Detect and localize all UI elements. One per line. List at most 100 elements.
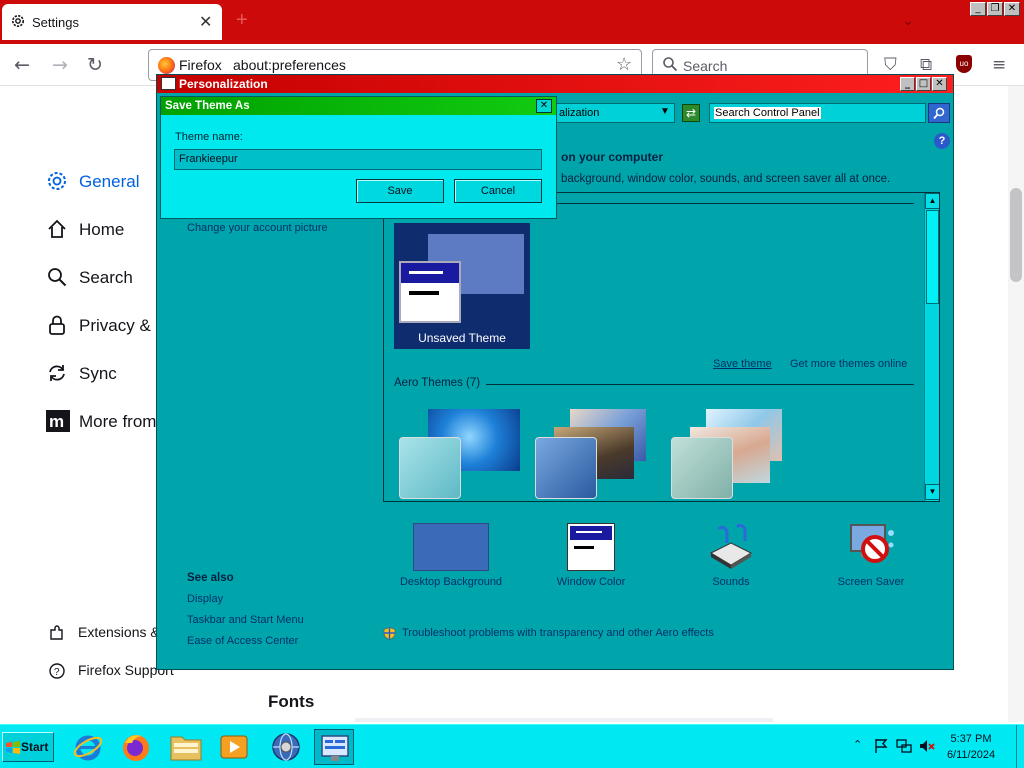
unsaved-theme-tile[interactable]: Unsaved Theme bbox=[394, 223, 530, 349]
sounds-label: Sounds bbox=[712, 576, 750, 588]
aero-theme-architecture[interactable] bbox=[530, 409, 654, 501]
address-bar[interactable]: alization ▼ bbox=[555, 103, 675, 123]
action-center-flag-icon[interactable] bbox=[873, 738, 889, 754]
section-divider bbox=[486, 384, 914, 385]
sidebar-item-label: Search bbox=[79, 268, 133, 287]
uac-shield-icon bbox=[383, 627, 396, 640]
show-desktop-button[interactable] bbox=[1016, 725, 1024, 768]
close-tab-icon[interactable]: ✕ bbox=[199, 12, 212, 32]
lock-icon bbox=[49, 315, 65, 335]
svg-text:m: m bbox=[49, 412, 64, 431]
bookmark-star-icon[interactable]: ☆ bbox=[616, 54, 632, 75]
chevron-down-icon[interactable]: ▼ bbox=[660, 106, 670, 117]
start-button[interactable]: Start bbox=[2, 732, 54, 762]
theme-list-scrollbar[interactable]: ▲ ▼ bbox=[924, 193, 939, 501]
get-more-themes-link[interactable]: Get more themes online bbox=[790, 358, 907, 370]
fonts-section-edge bbox=[355, 718, 773, 722]
gear-icon bbox=[48, 172, 66, 190]
ublock-shield-icon[interactable]: uo bbox=[956, 55, 972, 73]
firefox-logo-icon bbox=[158, 57, 175, 74]
troubleshoot-label: Troubleshoot problems with transparency … bbox=[402, 627, 714, 639]
tab-settings[interactable]: Settings ✕ bbox=[2, 4, 222, 40]
desktop-background-button[interactable]: Desktop Background bbox=[391, 521, 511, 591]
sidebar-footer-label: Extensions & bbox=[78, 624, 160, 640]
file-explorer-taskbar-button[interactable] bbox=[166, 729, 206, 765]
new-tab-button[interactable]: + bbox=[236, 9, 248, 32]
restore-button[interactable]: ❐ bbox=[987, 2, 1003, 16]
sidebar-item-label: Privacy & S bbox=[79, 316, 167, 335]
cancel-button[interactable]: Cancel bbox=[454, 179, 542, 203]
windows-flag-icon bbox=[6, 741, 20, 754]
network-taskbar-button[interactable] bbox=[266, 729, 306, 765]
ease-of-access-link[interactable]: Ease of Access Center bbox=[187, 635, 298, 647]
scroll-up-icon[interactable]: ▲ bbox=[925, 193, 939, 209]
mozilla-icon: m bbox=[46, 410, 70, 432]
maximize-button[interactable]: □ bbox=[916, 77, 931, 91]
sidebar-item-label: More from bbox=[79, 412, 157, 431]
url-text[interactable]: about:preferences bbox=[233, 57, 346, 73]
control-panel-taskbar-button[interactable] bbox=[314, 729, 354, 765]
taskbar-start-menu-link[interactable]: Taskbar and Start Menu bbox=[187, 614, 304, 626]
personalization-title: Personalization bbox=[179, 77, 268, 91]
search-control-panel-input[interactable]: Search Control Panel bbox=[709, 103, 926, 123]
extensions-icon[interactable]: ⧉ bbox=[920, 55, 932, 75]
window-color-button[interactable]: Window Color bbox=[531, 521, 651, 591]
page-scrollbar[interactable] bbox=[1008, 86, 1024, 722]
screen-saver-button[interactable]: Screen Saver bbox=[811, 521, 931, 591]
close-window-button[interactable]: ✕ bbox=[1004, 2, 1020, 16]
reload-button[interactable]: ↻ bbox=[87, 54, 103, 76]
network-icon[interactable] bbox=[896, 738, 912, 754]
firefox-icon bbox=[123, 735, 149, 761]
theme-list: Unsaved Theme Save theme Get more themes… bbox=[383, 192, 940, 502]
help-icon[interactable]: ? bbox=[934, 133, 950, 149]
close-button[interactable]: ✕ bbox=[932, 77, 947, 91]
pocket-icon[interactable]: ⛉ bbox=[884, 55, 897, 75]
search-icon bbox=[48, 268, 67, 287]
search-button[interactable] bbox=[928, 103, 950, 123]
aero-theme-windows[interactable] bbox=[394, 409, 520, 501]
tab-title: Settings bbox=[32, 15, 79, 30]
firefox-taskbar-button[interactable] bbox=[116, 729, 156, 765]
display-link[interactable]: Display bbox=[187, 593, 223, 605]
forward-button[interactable]: → bbox=[52, 54, 68, 76]
show-hidden-icons-button[interactable]: ⌃ bbox=[853, 738, 862, 751]
sounds-icon bbox=[709, 523, 753, 569]
system-clock[interactable]: 5:37 PM 6/11/2024 bbox=[930, 731, 1012, 763]
desktop-background-icon bbox=[413, 523, 489, 571]
minimize-button[interactable]: _ bbox=[970, 2, 986, 16]
internet-explorer-taskbar-button[interactable] bbox=[68, 729, 108, 765]
sounds-button[interactable]: Sounds bbox=[671, 521, 791, 591]
save-button[interactable]: Save bbox=[356, 179, 444, 203]
save-theme-link[interactable]: Save theme bbox=[713, 358, 772, 370]
media-player-taskbar-button[interactable] bbox=[214, 729, 254, 765]
search-icon bbox=[933, 107, 945, 120]
page-description: background, window color, sounds, and sc… bbox=[561, 173, 891, 185]
network-globe-icon bbox=[272, 733, 300, 761]
search-placeholder: Search bbox=[683, 58, 728, 74]
theme-name-input[interactable]: Frankieepur bbox=[174, 149, 542, 170]
clock-time: 5:37 PM bbox=[950, 733, 992, 745]
refresh-icon[interactable]: ⇄ bbox=[682, 104, 700, 122]
menu-icon[interactable]: ≡ bbox=[992, 55, 1006, 75]
address-value: alization bbox=[559, 107, 600, 119]
minimize-button[interactable]: _ bbox=[900, 77, 915, 91]
dialog-titlebar[interactable]: Save Theme As ✕ bbox=[161, 97, 556, 115]
personalization-titlebar[interactable]: Personalization _ □ ✕ bbox=[157, 75, 953, 93]
control-panel-icon bbox=[321, 735, 349, 761]
change-account-picture-link[interactable]: Change your account picture bbox=[187, 222, 328, 234]
sync-icon bbox=[49, 365, 65, 381]
search-icon bbox=[663, 57, 678, 72]
sidebar-item-label: General bbox=[79, 172, 140, 191]
list-all-tabs-button[interactable]: ⌄ bbox=[902, 12, 914, 29]
start-label: Start bbox=[21, 740, 49, 754]
page-scrollbar-thumb[interactable] bbox=[1010, 188, 1022, 282]
close-icon[interactable]: ✕ bbox=[536, 99, 552, 113]
search-placeholder: Search Control Panel bbox=[714, 107, 821, 119]
scrollbar-thumb[interactable] bbox=[926, 210, 939, 304]
folder-icon bbox=[170, 736, 202, 761]
back-button[interactable]: ← bbox=[14, 54, 30, 76]
aero-theme-characters[interactable] bbox=[666, 409, 790, 501]
scroll-down-icon[interactable]: ▼ bbox=[925, 484, 939, 500]
gear-icon bbox=[12, 15, 24, 27]
control-panel-icon bbox=[161, 77, 176, 90]
